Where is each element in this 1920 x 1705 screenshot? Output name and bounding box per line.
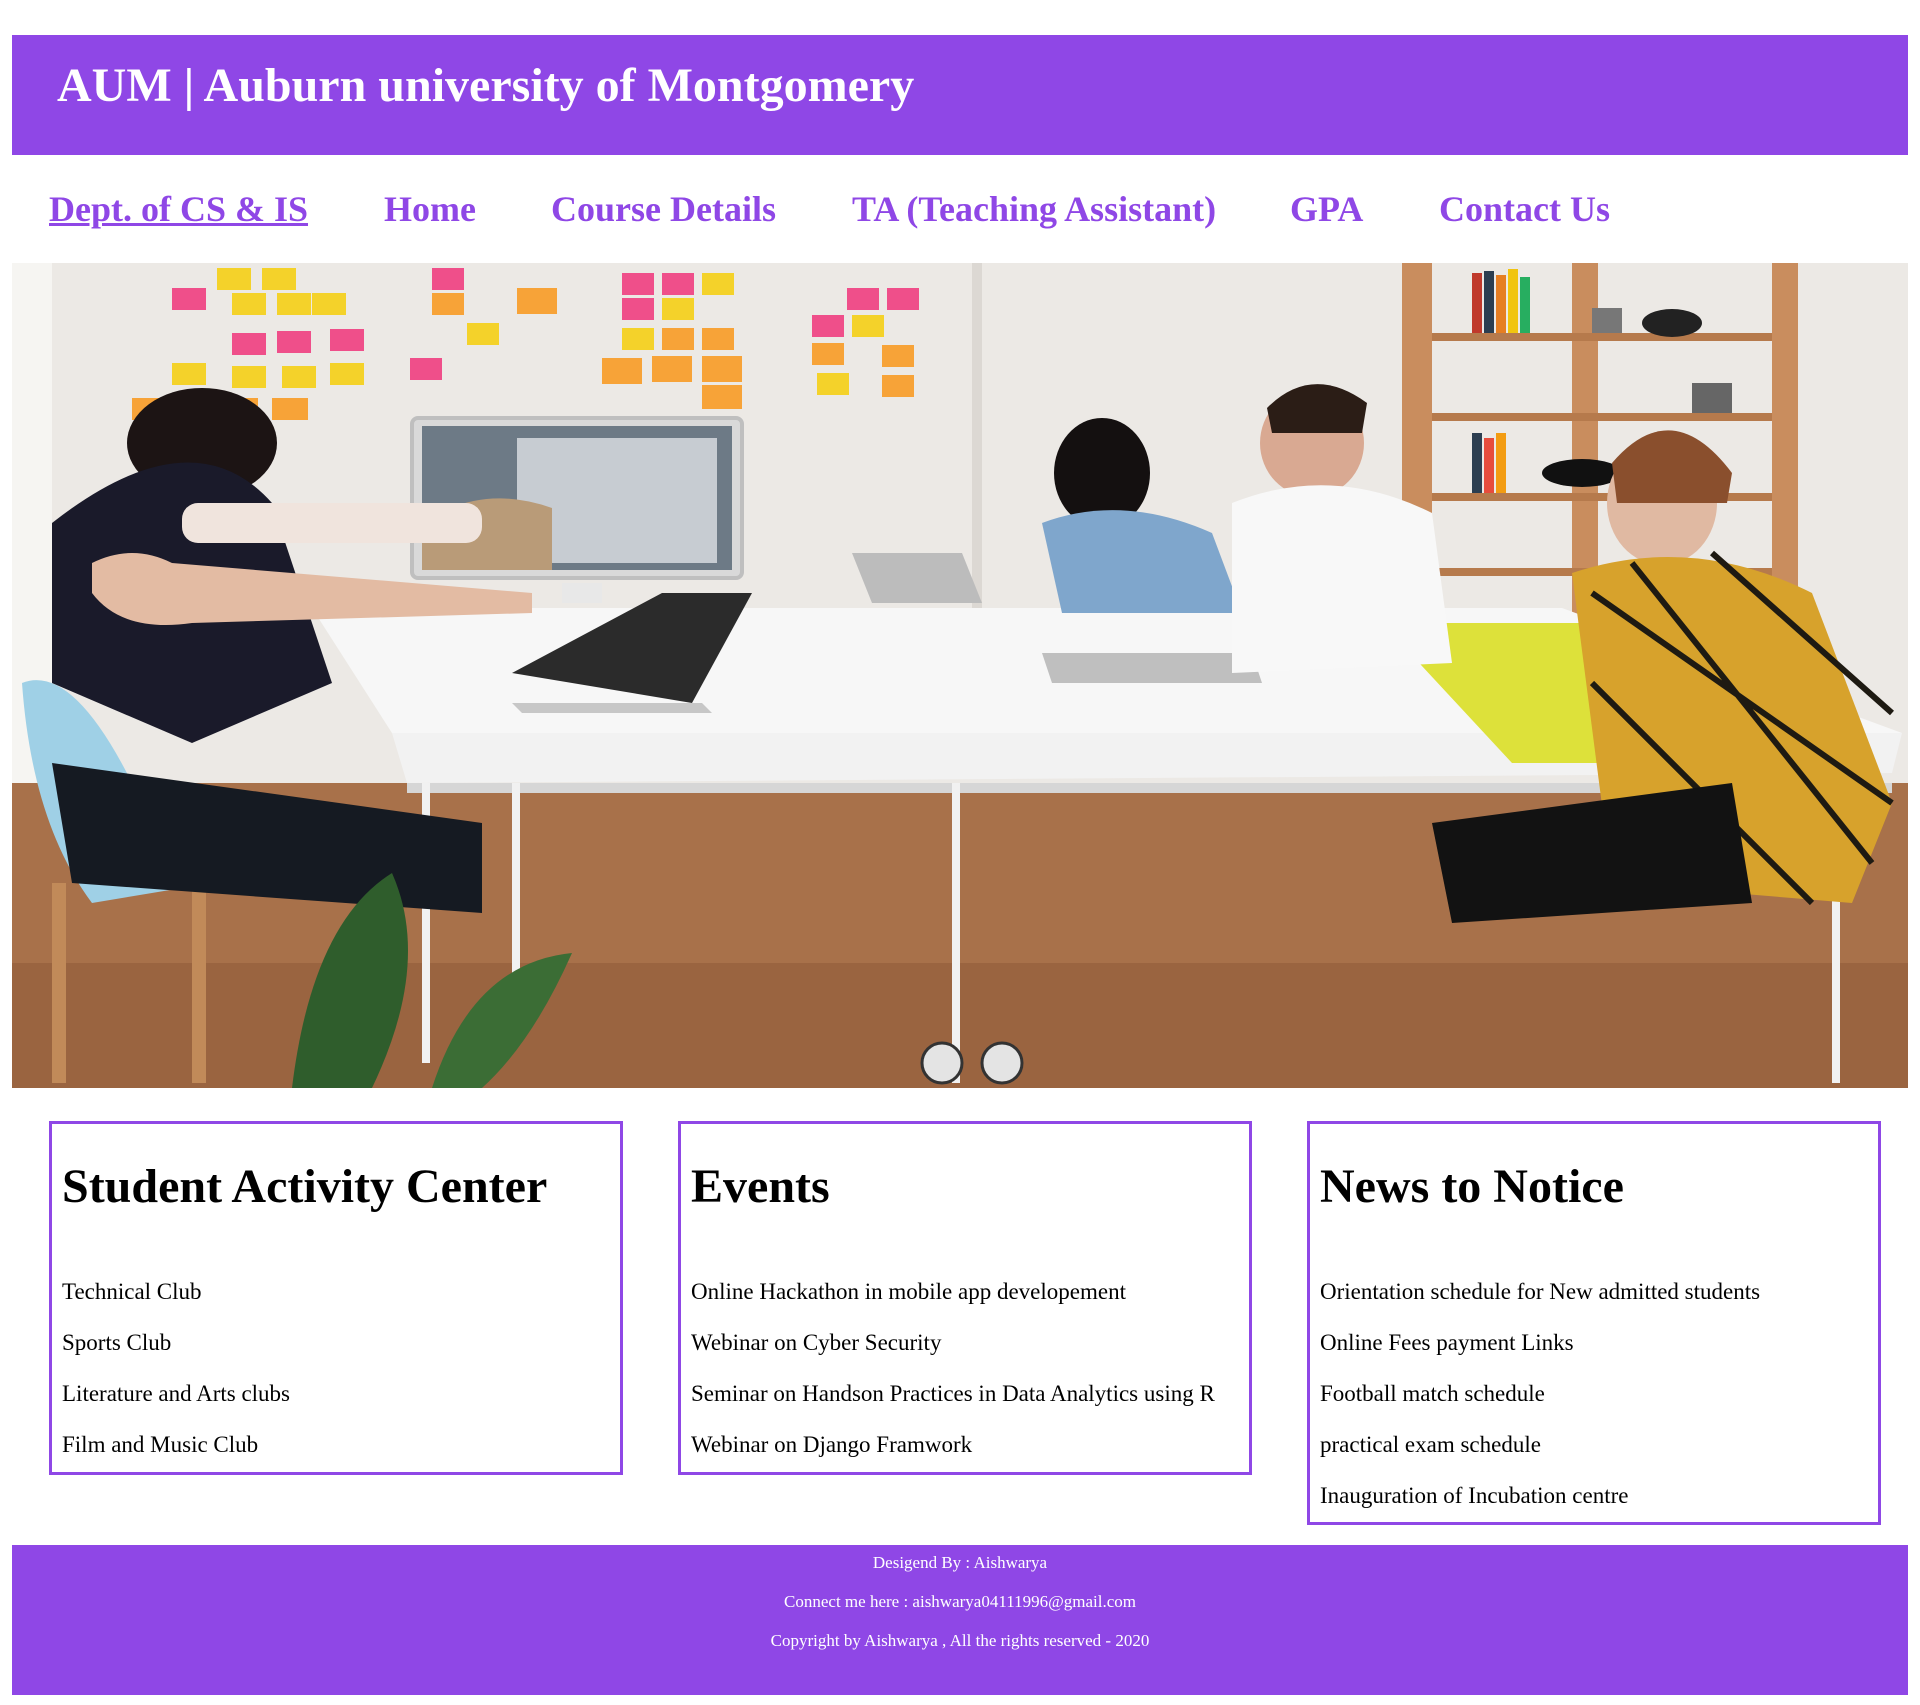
card-news-to-notice: News to Notice Orientation schedule for …: [1307, 1121, 1881, 1525]
nav-link-course-details[interactable]: Course Details: [551, 188, 776, 231]
card-title: Events: [691, 1160, 830, 1213]
nav-link-ta[interactable]: TA (Teaching Assistant): [852, 188, 1216, 231]
nav-link-home[interactable]: Home: [384, 188, 476, 231]
footer-contact: Connect me here : aishwarya04111996@gmai…: [784, 1592, 1136, 1611]
list-item: practical exam schedule: [1320, 1432, 1541, 1457]
hero-image: [12, 263, 1908, 1088]
card-student-activity-center: Student Activity Center Technical Club S…: [49, 1121, 623, 1475]
list-item: Literature and Arts clubs: [62, 1381, 291, 1406]
card-list: Orientation schedule for New admitted st…: [1320, 1266, 1760, 1521]
nav-link-contact-us[interactable]: Contact Us: [1439, 188, 1610, 231]
site-footer: Desigend By : Aishwarya Connect me here …: [12, 1545, 1908, 1695]
card-title: Student Activity Center: [62, 1160, 548, 1213]
nav-link-dept[interactable]: Dept. of CS & IS: [49, 188, 308, 231]
list-item: Webinar on Django Framwork: [691, 1432, 973, 1457]
footer-designed-by: Desigend By : Aishwarya: [872, 1553, 1048, 1572]
list-item: Webinar on Cyber Security: [691, 1330, 942, 1355]
main-nav: Dept. of CS & IS Home Course Details TA …: [12, 180, 1908, 240]
list-item: Football match schedule: [1320, 1381, 1545, 1406]
list-item: Online Hackathon in mobile app developem…: [691, 1279, 1126, 1304]
card-events: Events Online Hackathon in mobile app de…: [678, 1121, 1252, 1475]
list-item: Seminar on Handson Practices in Data Ana…: [691, 1381, 1215, 1406]
list-item: Technical Club: [62, 1279, 202, 1304]
site-title: AUM | Auburn university of Montgomery: [57, 59, 915, 112]
card-list: Technical Club Sports Club Literature an…: [62, 1266, 290, 1470]
list-item: Inauguration of Incubation centre: [1320, 1483, 1629, 1508]
list-item: Sports Club: [62, 1330, 172, 1355]
card-list: Online Hackathon in mobile app developem…: [691, 1266, 1215, 1470]
card-title: News to Notice: [1320, 1160, 1624, 1213]
list-item: Orientation schedule for New admitted st…: [1320, 1279, 1761, 1304]
team-meeting-photo: [12, 263, 1908, 1088]
site-header: AUM | Auburn university of Montgomery: [12, 35, 1908, 155]
nav-link-gpa[interactable]: GPA: [1290, 188, 1363, 231]
list-item: Online Fees payment Links: [1320, 1330, 1574, 1355]
list-item: Film and Music Club: [62, 1432, 259, 1457]
footer-copyright: Copyright by Aishwarya , All the rights …: [770, 1631, 1150, 1650]
